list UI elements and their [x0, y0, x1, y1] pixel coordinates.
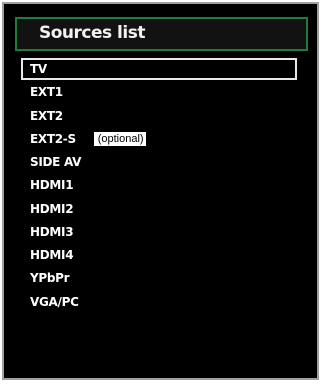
source-label: TV — [30, 62, 47, 76]
source-label: SIDE AV — [30, 155, 82, 169]
source-item-vga-pc[interactable]: VGA/PC — [21, 291, 297, 313]
source-item-hdmi1[interactable]: HDMI1 — [21, 174, 297, 196]
panel-title: Sources list — [39, 23, 145, 43]
source-label: VGA/PC — [30, 294, 79, 309]
source-label: YPbPr — [30, 271, 70, 286]
source-item-hdmi3[interactable]: HDMI3 — [21, 221, 297, 243]
sources-list-panel: Sources list TV EXT1 EXT2 EXT2-S (option… — [2, 2, 319, 380]
source-label: HDMI1 — [30, 178, 74, 193]
source-item-ext2-s[interactable]: EXT2-S (optional) — [21, 128, 297, 150]
source-item-hdmi2[interactable]: HDMI2 — [21, 198, 297, 220]
source-label: HDMI2 — [30, 201, 74, 216]
source-label: EXT2 — [30, 108, 63, 123]
source-item-hdmi4[interactable]: HDMI4 — [21, 244, 297, 266]
source-item-ext2[interactable]: EXT2 — [21, 105, 297, 127]
title-bar: Sources list — [15, 17, 308, 51]
source-list: TV EXT1 EXT2 EXT2-S (optional) SIDE AV H… — [21, 58, 297, 314]
source-label: HDMI3 — [30, 224, 74, 239]
source-label: HDMI4 — [30, 248, 74, 262]
source-label: EXT1 — [30, 85, 63, 100]
source-item-ypbpr[interactable]: YPbPr — [21, 267, 297, 289]
source-item-side-av[interactable]: SIDE AV — [21, 151, 297, 173]
source-item-tv[interactable]: TV — [21, 58, 297, 80]
source-label: EXT2-S — [30, 131, 76, 146]
source-item-ext1[interactable]: EXT1 — [21, 81, 297, 103]
optional-note: (optional) — [93, 131, 164, 146]
